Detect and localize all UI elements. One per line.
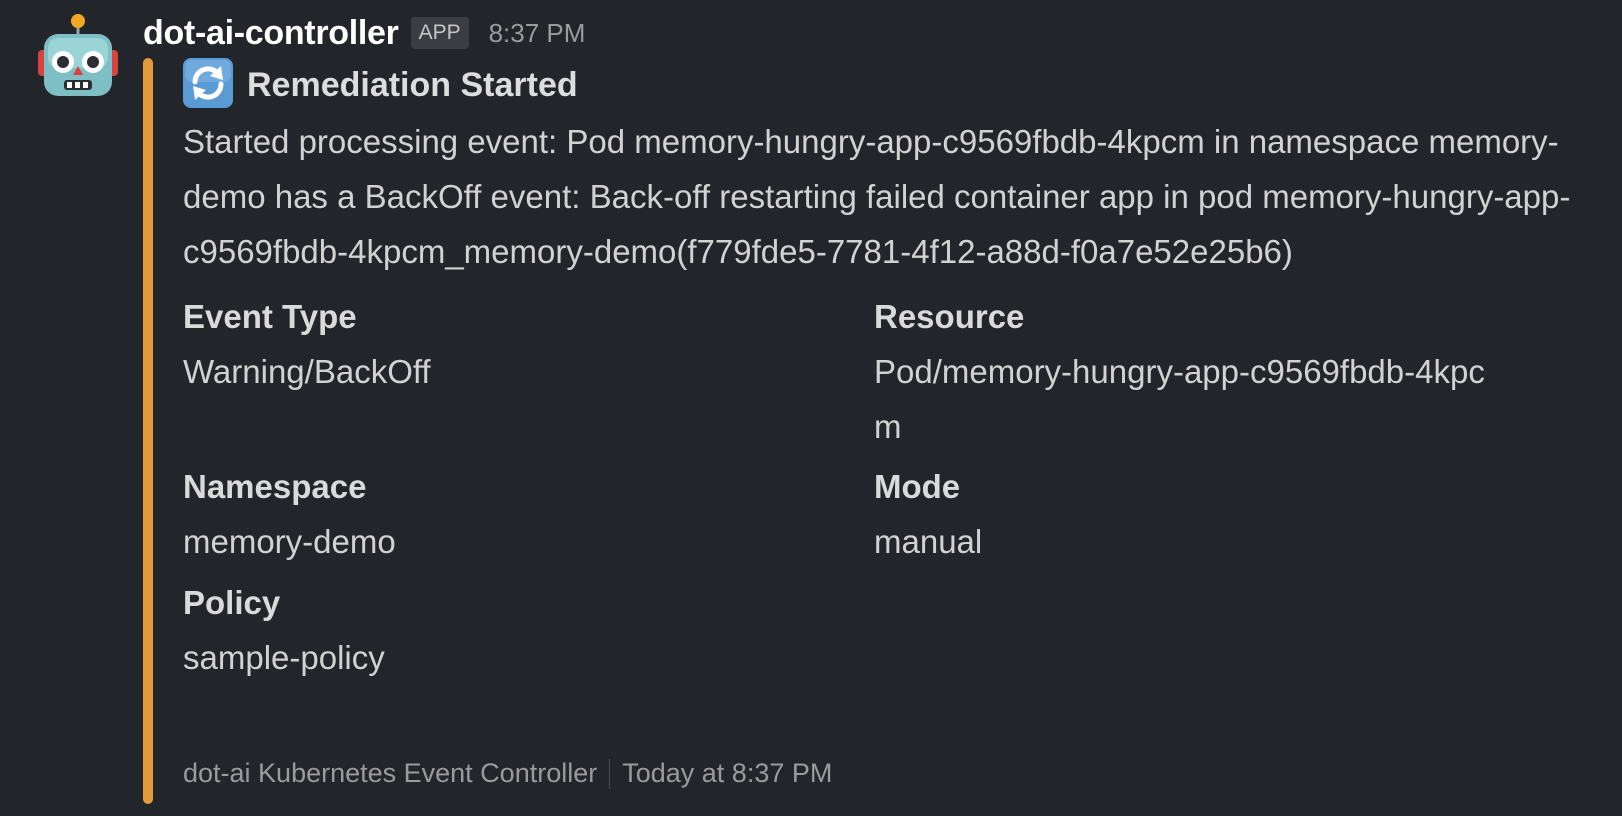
field-value: memory-demo — [183, 523, 396, 560]
slack-message: dot-ai-controller APP 8:37 PM Remediatio… — [0, 0, 1622, 816]
field-label: Namespace — [183, 468, 367, 505]
attachment: Remediation Started Started processing e… — [183, 56, 1593, 676]
field-value: Warning/BackOff — [183, 353, 431, 390]
app-badge: APP — [410, 17, 469, 49]
attachment-title: Remediation Started — [247, 65, 578, 104]
field-value: manual — [874, 523, 983, 560]
footer-timestamp[interactable]: Today at 8:37 PM — [622, 758, 832, 789]
attachment-title-row: Remediation Started — [183, 56, 1593, 114]
attachment-body: Started processing event: Pod memory-hun… — [183, 123, 1571, 270]
attachment-accent-bar — [143, 58, 153, 804]
field-namespace: Namespace memory-demo — [183, 459, 396, 569]
field-event-type: Event Type Warning/BackOff — [183, 289, 431, 399]
refresh-icon — [183, 57, 247, 113]
field-label: Mode — [874, 468, 961, 505]
message-timestamp[interactable]: 8:37 PM — [489, 18, 586, 49]
field-label: Event Type — [183, 298, 357, 335]
field-resource: Resource Pod/memory-hungry-app-c9569fbdb… — [874, 289, 1514, 454]
field-value: Pod/memory-hungry-app-c9569fbdb-4kpcm — [874, 353, 1485, 445]
field-policy: Policy sample-policy — [183, 575, 385, 685]
field-label: Policy — [183, 584, 281, 621]
field-value: sample-policy — [183, 639, 385, 676]
robot-icon[interactable] — [36, 12, 120, 102]
message-header: dot-ai-controller APP 8:37 PM — [143, 10, 585, 56]
attachment-footer: dot-ai Kubernetes Event Controller Today… — [183, 758, 832, 789]
field-mode: Mode manual — [874, 459, 982, 569]
field-label: Resource — [874, 298, 1025, 335]
footer-divider — [609, 758, 611, 789]
sender-name[interactable]: dot-ai-controller — [143, 14, 399, 53]
footer-source: dot-ai Kubernetes Event Controller — [183, 758, 598, 788]
